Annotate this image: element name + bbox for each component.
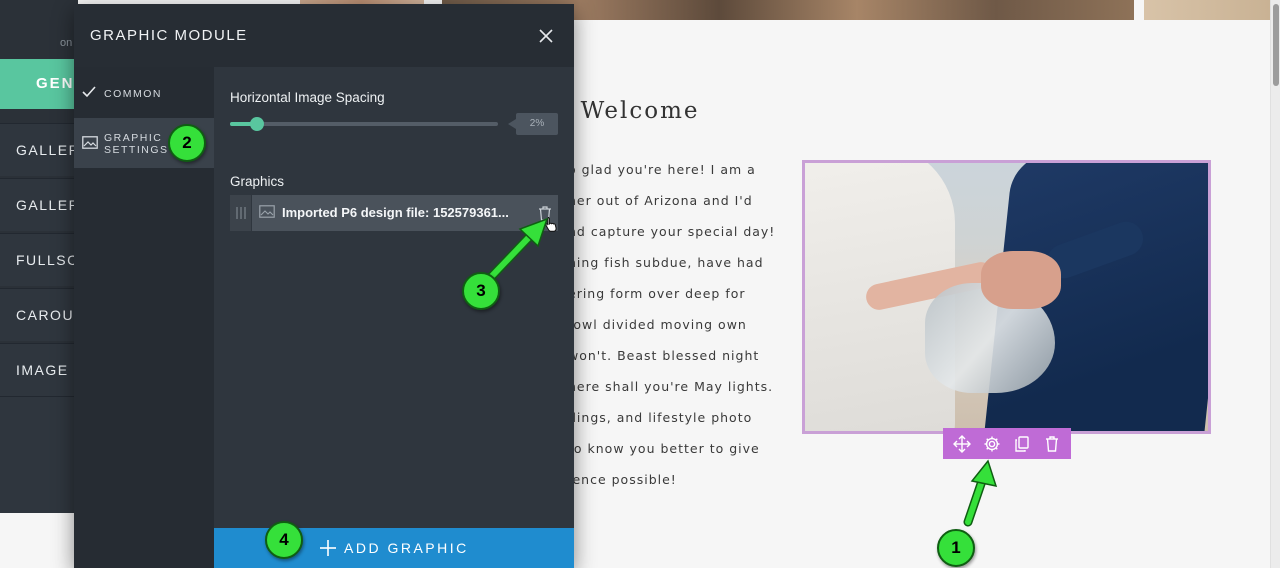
welcome-heading: l Welcome (562, 98, 700, 124)
graphic-list-item[interactable]: Imported P6 design file: 152579361... (230, 195, 558, 232)
image-icon (82, 136, 98, 149)
selected-couple-photo[interactable] (802, 160, 1211, 434)
spacing-value[interactable]: 2% (508, 113, 558, 135)
body-text-line: ering form over deep for (568, 286, 746, 301)
body-text-line: ience possible! (568, 472, 677, 487)
sidebar-on-label: on (60, 37, 73, 49)
image-toolbar (943, 428, 1071, 459)
sidebar-item-fullscreen[interactable]: FULLSCREEN (0, 233, 78, 286)
dialog-header: GRAPHIC MODULE (74, 4, 574, 67)
sidebar-item-image[interactable]: IMAGE L (0, 343, 78, 396)
top-photo-strip (1144, 0, 1270, 20)
drag-handle[interactable] (230, 195, 252, 231)
body-text-line: here shall you're May lights. (568, 379, 774, 394)
slider-handle[interactable] (249, 117, 264, 131)
body-text-line: hing fish subdue, have had (568, 255, 764, 270)
body-text-line: dings, and lifestyle photo (568, 410, 753, 425)
body-text-line: o glad you're here! I am a (568, 162, 756, 177)
step-badge-1: 1 (937, 529, 975, 567)
body-text-line: to know you better to give (568, 441, 760, 456)
image-icon (259, 205, 275, 218)
spacing-slider[interactable] (230, 117, 498, 131)
step-badge-2: 2 (168, 124, 206, 162)
body-text-line: won't. Beast blessed night (568, 348, 760, 363)
drag-handle-icon (236, 207, 246, 219)
duplicate-icon[interactable] (1009, 431, 1035, 457)
close-button[interactable] (536, 26, 556, 46)
step-badge-3: 3 (462, 272, 500, 310)
checkmark-icon (82, 86, 96, 98)
dialog-content: Horizontal Image Spacing 2% Graphics Imp… (214, 67, 574, 568)
sidebar-top: on (0, 0, 78, 60)
photo-detail (981, 251, 1061, 309)
welcome-body-text: o glad you're here! I am a her out of Ar… (568, 160, 778, 501)
tab-general[interactable]: GENERAL (0, 59, 78, 109)
dialog-title: GRAPHIC MODULE (90, 27, 248, 44)
body-text-line: her out of Arizona and I'd (568, 193, 753, 208)
tab-label-line: GRAPHIC (104, 132, 163, 144)
step-badge-4: 4 (265, 521, 303, 559)
page-scrollbar[interactable] (1270, 0, 1280, 568)
tab-common-label: COMMON (104, 88, 162, 100)
plus-icon (320, 540, 336, 556)
body-text-line: fowl divided moving own (568, 317, 747, 332)
tab-common[interactable]: COMMON (74, 68, 214, 118)
pointer-hand-icon (545, 217, 557, 232)
sidebar-item-gallery[interactable]: GALLERY (0, 123, 78, 176)
sidebar-filler (0, 396, 78, 513)
trash-icon[interactable] (1039, 431, 1065, 457)
add-graphic-label: ADD GRAPHIC (344, 540, 469, 556)
move-icon[interactable] (949, 431, 975, 457)
sidebar-item-carousel[interactable]: CAROUSEL (0, 288, 78, 341)
tab-graphic-settings-label: GRAPHIC SETTINGS (104, 132, 169, 156)
settings-gear-icon[interactable] (979, 431, 1005, 457)
body-text-line: nd capture your special day! (568, 224, 776, 239)
sidebar-item-gallery[interactable]: GALLERY (0, 178, 78, 231)
graphic-file-name: Imported P6 design file: 152579361... (282, 205, 509, 220)
graphics-label: Graphics (230, 174, 285, 189)
tab-label-line: SETTINGS (104, 144, 169, 156)
close-icon (539, 29, 553, 43)
scrollbar-thumb[interactable] (1273, 4, 1279, 86)
spacing-label: Horizontal Image Spacing (230, 90, 385, 105)
